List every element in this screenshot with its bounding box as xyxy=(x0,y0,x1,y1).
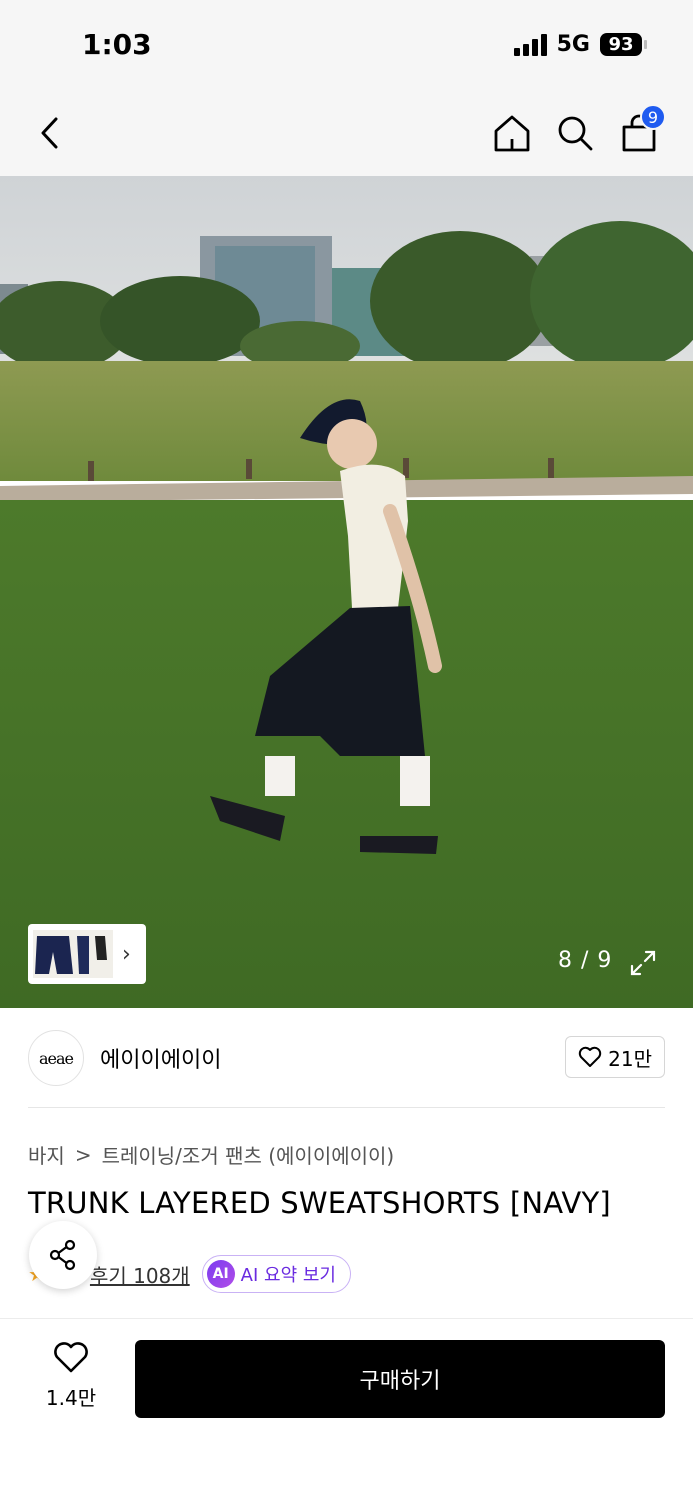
search-button[interactable] xyxy=(550,108,600,158)
ai-summary-button[interactable]: AI AI 요약 보기 xyxy=(201,1255,351,1293)
brand-row[interactable]: aeae 에이이에이이 21만 xyxy=(28,1028,665,1088)
home-icon xyxy=(494,115,530,152)
brand-like-count: 21만 xyxy=(608,1046,652,1071)
divider xyxy=(28,1107,665,1108)
battery-icon: 93 xyxy=(600,33,647,56)
breadcrumb-category[interactable]: 바지 xyxy=(28,1140,65,1169)
product-like-button[interactable]: 1.4만 xyxy=(34,1342,108,1422)
status-bar: 1:03 5G 93 xyxy=(0,0,693,90)
expand-icon xyxy=(630,950,656,976)
home-button[interactable] xyxy=(487,108,537,158)
top-nav-bar: 9 xyxy=(0,90,693,176)
back-button[interactable] xyxy=(25,108,75,158)
brand-like-button[interactable]: 21만 xyxy=(565,1036,665,1078)
share-icon xyxy=(49,1239,76,1271)
thumbnail-strip[interactable]: › xyxy=(28,924,146,984)
product-photo xyxy=(0,176,693,1008)
breadcrumb-subcategory[interactable]: 트레이닝/조거 팬츠 (에이이에이이) xyxy=(102,1140,395,1169)
signal-icon xyxy=(513,33,547,56)
network-type: 5G xyxy=(556,32,590,57)
heart-icon xyxy=(578,1046,602,1067)
chevron-left-icon xyxy=(41,117,58,149)
status-indicators: 5G 93 xyxy=(513,32,647,57)
product-like-count: 1.4만 xyxy=(45,1386,97,1410)
share-button[interactable] xyxy=(29,1221,97,1289)
thumbnail-chevron-icon: › xyxy=(122,941,131,967)
ai-summary-label: AI 요약 보기 xyxy=(240,1265,336,1286)
image-page-counter: 8 / 9 xyxy=(558,948,613,973)
buy-button[interactable]: 구매하기 xyxy=(135,1340,665,1418)
battery-level: 93 xyxy=(600,33,642,56)
search-icon xyxy=(558,116,593,151)
brand-name[interactable]: 에이이에이이 xyxy=(100,1042,221,1074)
thumbnail-shorts xyxy=(33,930,113,978)
product-image-gallery[interactable]: › 8 / 9 xyxy=(0,176,693,1008)
bottom-bar-divider xyxy=(0,1318,693,1319)
breadcrumb-separator: > xyxy=(74,1142,92,1167)
cart-count-badge: 9 xyxy=(640,104,666,130)
heart-icon xyxy=(54,1342,88,1373)
cart-button[interactable]: 9 xyxy=(614,104,666,158)
status-time: 1:03 xyxy=(82,28,152,61)
ai-icon: AI xyxy=(206,1260,235,1288)
breadcrumb: 바지 > 트레이닝/조거 팬츠 (에이이에이이) xyxy=(28,1140,394,1169)
review-count-link[interactable]: 후기 108개 xyxy=(90,1260,190,1289)
brand-logo[interactable]: aeae xyxy=(28,1030,84,1086)
product-title: TRUNK LAYERED SWEATSHORTS [NAVY] xyxy=(28,1186,611,1220)
expand-button[interactable] xyxy=(628,948,658,978)
